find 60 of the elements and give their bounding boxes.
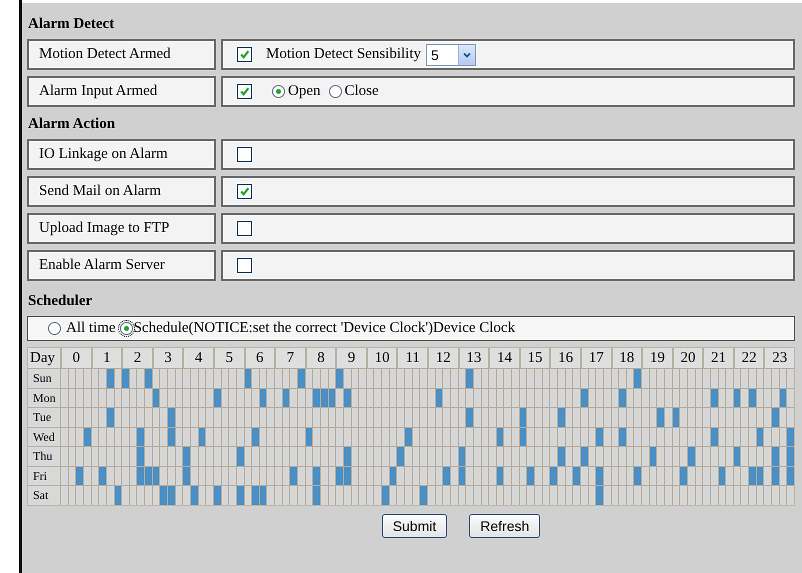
form-button[interactable]: Submit [382, 514, 448, 538]
hour-header: 1 [90, 348, 122, 368]
day-label: Fri [28, 466, 60, 485]
section-heading: Alarm Action [28, 115, 116, 134]
field-label: Enable Alarm Server [27, 250, 216, 281]
hour-header: 19 [641, 348, 672, 368]
checkbox[interactable] [237, 147, 252, 162]
form-button[interactable]: Refresh [469, 514, 540, 538]
hour-header: 2 [121, 348, 152, 368]
day-header: Day [28, 348, 60, 368]
hour-header: 7 [274, 348, 305, 368]
hour-header: 3 [152, 348, 182, 368]
day-label: Thu [28, 446, 60, 466]
hour-header: 10 [366, 348, 396, 368]
hour-header: 16 [549, 348, 580, 368]
checkbox[interactable] [237, 184, 252, 199]
hour-header: 18 [610, 348, 642, 368]
hour-header: 21 [702, 348, 733, 368]
radio-label[interactable]: Schedule(NOTICE:set the correct 'Device Clock')Device Clock [134, 320, 516, 337]
hour-header: 22 [732, 348, 764, 368]
checkbox[interactable] [237, 258, 252, 273]
day-label: Mon [28, 388, 60, 407]
checkbox[interactable] [237, 47, 252, 62]
hour-header: 8 [304, 348, 336, 368]
radio-label[interactable]: All time [66, 320, 116, 337]
hour-header: 13 [458, 348, 488, 368]
checkbox[interactable] [237, 221, 252, 236]
radio-label[interactable]: Open [288, 83, 320, 100]
caret-icon [458, 44, 475, 64]
day-label: Wed [28, 426, 60, 446]
hour-header: 6 [244, 348, 274, 368]
radio-button[interactable] [328, 85, 342, 98]
day-label: Tue [28, 407, 60, 426]
radio-label[interactable]: Close [344, 83, 379, 100]
hour-header: 4 [182, 348, 213, 368]
hour-header: 0 [60, 348, 91, 368]
hour-header: 15 [518, 348, 550, 368]
section-heading: Alarm Detect [28, 15, 116, 34]
checkbox[interactable] [237, 84, 252, 99]
hour-header: 20 [672, 348, 702, 368]
hour-header: 17 [580, 348, 610, 368]
field-label: Upload Image to FTP [27, 213, 216, 244]
dropdown[interactable]: 5 [426, 44, 476, 66]
hour-header: 5 [212, 348, 244, 368]
radio-button[interactable] [48, 322, 61, 335]
day-label: Sun [28, 368, 60, 388]
field-label: Alarm Input Armed [27, 76, 216, 107]
day-label: Sat [28, 485, 60, 504]
radio-button[interactable] [272, 85, 285, 98]
section-heading: Scheduler [28, 292, 94, 311]
field-label: IO Linkage on Alarm [27, 139, 216, 170]
radio-button[interactable] [120, 322, 133, 335]
hour-header: 9 [335, 348, 366, 368]
field-label: Motion Detect Sensibility [266, 46, 421, 63]
hour-header: 12 [427, 348, 458, 368]
field-label: Motion Detect Armed [27, 39, 216, 70]
hour-header: 23 [763, 348, 794, 368]
hour-header: 14 [488, 348, 519, 368]
hour-header: 11 [396, 348, 427, 368]
field-label: Send Mail on Alarm [27, 176, 216, 207]
